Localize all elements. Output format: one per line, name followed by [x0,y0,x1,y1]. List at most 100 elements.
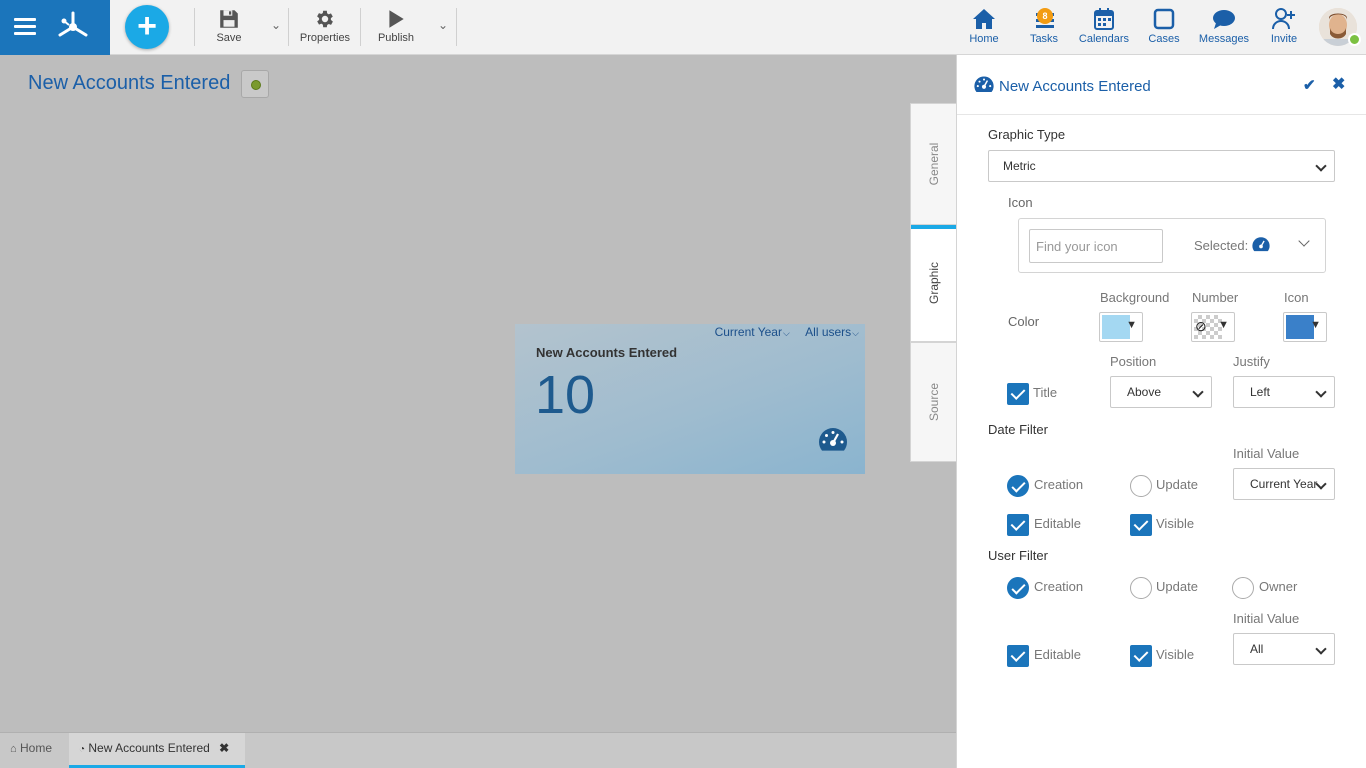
graphic-type-label: Graphic Type [988,127,1066,142]
publish-dropdown-chevron-icon[interactable]: ⌄ [438,18,448,32]
date-creation-radio[interactable] [1007,475,1029,497]
cases-icon [1153,8,1175,30]
home-icon [973,9,995,29]
status-toggle[interactable] [241,70,269,98]
user-filter-dropdown[interactable]: All users⌵ [799,325,859,339]
toolbar-divider [456,8,457,46]
add-user-icon [1272,8,1295,30]
chevron-down-icon: ⌵ [852,328,859,338]
nav-cases[interactable]: Cases [1136,8,1192,45]
add-button[interactable]: + [125,5,169,49]
icon-search-input[interactable] [1029,229,1163,263]
widget-title: New Accounts Entered [536,345,678,360]
metric-widget[interactable]: Current Year⌵ All users⌵ New Accounts En… [515,324,865,474]
date-filter-label: Current Year [714,325,782,339]
tab-graphic[interactable]: Graphic [910,224,958,342]
icon-color-picker[interactable]: ▼ [1283,312,1327,342]
date-update-radio[interactable] [1130,475,1152,497]
user-update-radio[interactable] [1130,577,1152,599]
graphic-type-select[interactable]: Metric [988,150,1335,182]
dashboard-gauge-icon [974,76,994,92]
user-editable-label: Editable [1034,647,1081,662]
date-editable-checkbox[interactable] [1007,514,1029,536]
caret-down-icon: ▼ [1310,319,1321,331]
date-creation-label: Creation [1034,477,1084,492]
justify-select[interactable]: Left [1233,376,1335,408]
close-icon[interactable]: ✖ [219,741,229,755]
page-title: New Accounts Entered [28,72,231,94]
tab-general[interactable]: General [910,103,957,225]
caret-down-icon: ▼ [1218,319,1229,331]
bottom-tab-current[interactable]: ◔ New Accounts Entered ✖ [69,733,245,768]
bottom-tab-home-label: Home [20,741,53,755]
bottom-tab-bar: ⌂ Home ◔ New Accounts Entered ✖ [0,732,956,768]
date-update-label: Update [1156,477,1198,492]
toolbar-divider [194,8,195,46]
nav-tasks[interactable]: 8 Tasks [1016,8,1072,45]
close-icon[interactable]: ✖ [1332,74,1345,94]
number-label: Number [1192,290,1239,305]
save-icon [220,10,238,28]
nav-messages-label: Messages [1198,33,1250,45]
nav-calendars[interactable]: Calendars [1076,8,1132,45]
save-button[interactable]: Save [209,8,249,44]
panel-title: New Accounts Entered [999,78,1151,95]
properties-panel: New Accounts Entered ✔ ✖ Graphic Type Me… [956,55,1366,768]
user-owner-radio[interactable] [1232,577,1254,599]
user-visible-label: Visible [1156,647,1195,662]
no-color-icon: ⊘ [1195,318,1207,334]
save-dropdown-chevron-icon[interactable]: ⌄ [271,18,281,32]
user-creation-radio[interactable] [1007,577,1029,599]
dashboard-gauge-icon [1252,237,1270,252]
home-icon: ⌂ [10,743,17,755]
nav-invite[interactable]: Invite [1256,8,1312,45]
calendar-icon [1094,8,1114,30]
background-label: Background [1100,290,1170,305]
user-filter-label: User Filter [988,548,1048,563]
widget-filters: Current Year⌵ All users⌵ [703,325,859,339]
user-initial-value-select[interactable]: All [1233,633,1335,665]
save-label: Save [216,32,242,44]
justify-label: Justify [1233,354,1270,369]
nav-messages[interactable]: Messages [1196,8,1252,45]
date-filter-dropdown[interactable]: Current Year⌵ [709,325,790,339]
properties-label: Properties [299,32,351,44]
user-owner-label: Owner [1259,579,1298,594]
user-creation-label: Creation [1034,579,1084,594]
tab-graphic-label: Graphic [927,261,941,305]
app-logo[interactable] [56,10,90,42]
date-initial-value-label: Initial Value [1233,446,1300,461]
dashboard-gauge-icon [819,428,847,451]
chevron-down-icon[interactable] [1298,235,1310,247]
nav-home-label: Home [969,33,999,45]
confirm-check-icon[interactable]: ✔ [1303,76,1316,94]
user-visible-checkbox[interactable] [1130,645,1152,667]
bottom-tab-home[interactable]: ⌂ Home [0,733,68,768]
color-label: Color [1008,314,1040,329]
publish-button[interactable]: Publish [374,8,418,44]
user-filter-label: All users [805,325,852,339]
gear-icon [317,10,333,28]
chart-pie-icon: ◔ [79,744,86,755]
position-select[interactable]: Above [1110,376,1212,408]
title-checkbox[interactable] [1007,383,1029,405]
title-checkbox-label: Title [1033,385,1058,400]
panel-header: New Accounts Entered ✔ ✖ [957,55,1366,115]
nav-invite-label: Invite [1270,33,1298,45]
properties-button[interactable]: Properties [297,8,353,44]
menu-icon[interactable] [14,18,36,36]
user-editable-checkbox[interactable] [1007,645,1029,667]
date-initial-value-select[interactable]: Current Year [1233,468,1335,500]
user-initial-value-label: Initial Value [1233,611,1300,626]
publish-label: Publish [377,32,415,44]
icon-color-label: Icon [1284,290,1309,305]
background-color-picker[interactable]: ▼ [1099,312,1143,342]
tasks-badge: 8 [1037,8,1053,24]
date-visible-checkbox[interactable] [1130,514,1152,536]
nav-home[interactable]: Home [956,8,1012,45]
number-color-picker[interactable]: ⊘ ▼ [1191,312,1235,342]
online-status-indicator [1348,33,1361,46]
active-tab-indicator [911,225,958,229]
top-toolbar: + Save ⌄ Properties Publish ⌄ Home 8 Tas… [0,0,1366,55]
tab-source[interactable]: Source [910,342,957,462]
